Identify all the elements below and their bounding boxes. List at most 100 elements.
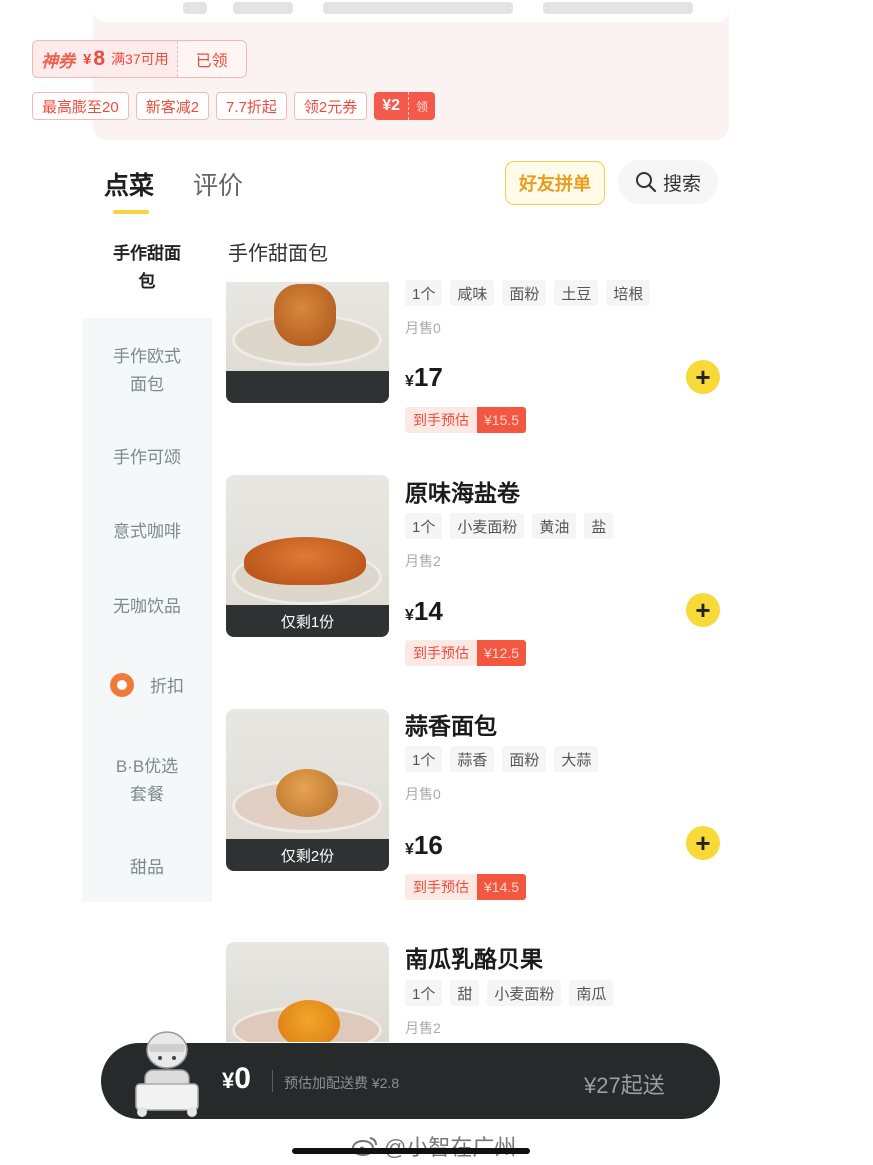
product-name[interactable]: 蒜香面包 [405,707,497,741]
home-indicator[interactable] [292,1148,530,1154]
delivery-fee-note: 预估加配送费 ¥2.8 [284,1075,400,1091]
discount-icon [110,673,134,697]
monthly-sales: 月售2 [405,1020,441,1036]
stock-badge: 仅剩2份 [226,839,389,871]
cart-total-value: 0 [234,1062,251,1095]
section-title: 手作甜面包 [228,243,328,265]
promo-tags: 最高膨至20 新客减2 7.7折起 领2元券 ¥2 领 [32,92,436,120]
sidebar-item-dessert[interactable]: 甜品 [82,854,212,882]
price-value: 17 [413,362,443,392]
shenquan-coupon[interactable]: 神券 ¥ 8 满37可用 已领 [32,40,247,78]
product-name[interactable]: 原味海盐卷 [405,474,520,508]
group-order-button[interactable]: 好友拼单 [505,161,605,205]
cart-currency: ¥ [222,1068,235,1093]
estimated-price-label: 到手预估 [405,407,477,433]
sidebar-item-discount[interactable]: 折扣 [82,673,212,701]
stock-badge: 仅剩1份 [226,605,389,637]
product-tag: 甜 [450,980,480,1006]
sidebar-item-croissant[interactable]: 手作可颂 [82,444,212,472]
coupon-amount: ¥ 8 满37可用 [83,41,177,77]
sidebar-item-combo[interactable]: B·B优选套餐 [111,753,183,809]
add-to-cart-button[interactable]: + [686,593,720,627]
product-tag: 1个 [405,513,443,539]
minimum-order[interactable]: ¥27起送 [584,1068,665,1100]
plus-icon: + [695,362,711,392]
estimated-price-label: 到手预估 [405,874,477,900]
monthly-sales: 月售2 [405,553,441,569]
product-tag: 南瓜 [569,980,614,1006]
claim-coupon-label: 领 [408,92,436,120]
product-tag: 1个 [405,980,443,1006]
claim-coupon-button[interactable]: ¥2 领 [374,92,436,120]
estimated-price: 到手预估 ¥12.5 [405,640,527,666]
price-value: 16 [413,830,443,860]
product-tag: 蒜香 [450,746,495,772]
price-currency: ¥ [405,607,414,624]
sidebar-item-european-bread[interactable]: 手作欧式面包 [111,343,183,399]
watermark: @小智在广州 [352,1130,516,1162]
add-to-cart-button[interactable]: + [686,360,720,394]
search-button[interactable]: 搜索 [618,160,718,204]
watermark-text: @小智在广州 [384,1130,516,1162]
monthly-sales: 月售0 [405,320,441,336]
promo-tag[interactable]: 领2元券 [293,92,368,120]
product-image[interactable]: 仅剩2份 [226,709,389,871]
add-to-cart-button[interactable]: + [686,826,720,860]
product-tag: 土豆 [554,280,599,306]
product-price: ¥17 [405,362,443,393]
sidebar-item-coffee[interactable]: 意式咖啡 [82,518,212,546]
active-tab-indicator [113,210,149,214]
estimated-price-value: ¥12.5 [477,640,527,666]
product-tag: 面粉 [502,746,547,772]
price-currency: ¥ [405,841,414,858]
product-tag: 小麦面粉 [487,980,562,1006]
product-tags: 1个 咸味 面粉 土豆 培根 [405,280,651,306]
product-image[interactable] [226,942,389,1042]
coupon-value: 8 [93,47,106,70]
plus-icon: + [695,595,711,625]
product-tag: 1个 [405,746,443,772]
estimated-price-label: 到手预估 [405,640,477,666]
price-currency: ¥ [405,373,414,390]
product-tag: 培根 [606,280,651,306]
cart-divider [272,1070,273,1092]
product-tag: 咸味 [450,280,495,306]
search-label: 搜索 [662,173,701,195]
promo-topbar [93,0,729,22]
product-image[interactable]: 仅剩1份 [226,475,389,637]
product-tag: 1个 [405,280,443,306]
promo-tag[interactable]: 7.7折起 [216,92,287,120]
monthly-sales: 月售0 [405,786,441,802]
tab-reviews[interactable]: 评价 [193,166,243,202]
estimated-price-value: ¥15.5 [477,407,527,433]
mascot-cart-icon[interactable] [128,1028,206,1120]
product-tags: 1个 甜 小麦面粉 南瓜 [405,980,614,1006]
cart-total: ¥0 [222,1062,251,1096]
coupon-status[interactable]: 已领 [176,41,246,77]
promo-tag[interactable]: 新客减2 [135,92,210,120]
coupon-condition: 满37可用 [111,51,169,67]
product-tag: 大蒜 [554,746,599,772]
product-tag: 小麦面粉 [450,513,525,539]
estimated-price-value: ¥14.5 [477,874,527,900]
plus-icon: + [695,828,711,858]
product-name[interactable]: 南瓜乳酪贝果 [405,940,543,974]
coupon-brand: 神券 [41,51,75,71]
product-price: ¥14 [405,596,443,627]
product-price: ¥16 [405,830,443,861]
price-value: 14 [413,596,443,626]
product-tag: 盐 [584,513,614,539]
sidebar-item-label: 折扣 [150,677,184,696]
product-tag: 黄油 [532,513,577,539]
product-tags: 1个 蒜香 面粉 大蒜 [405,746,599,772]
product-tag: 面粉 [502,280,547,306]
search-icon [635,172,657,193]
promo-tag[interactable]: 最高膨至20 [32,92,129,120]
sidebar-item-non-coffee[interactable]: 无咖饮品 [82,593,212,621]
product-image[interactable] [226,282,389,403]
estimated-price: 到手预估 ¥15.5 [405,407,527,433]
product-tags: 1个 小麦面粉 黄油 盐 [405,513,614,539]
estimated-price: 到手预估 ¥14.5 [405,874,527,900]
sidebar-item-sweet-bread[interactable]: 手作甜面包 [111,240,183,296]
tab-menu[interactable]: 点菜 [104,166,154,202]
